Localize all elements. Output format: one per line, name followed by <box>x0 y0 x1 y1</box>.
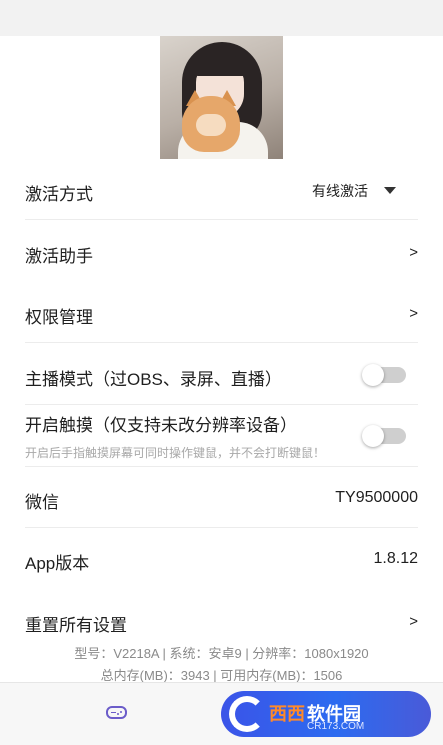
activation-helper-label: 激活助手 <box>25 247 93 266</box>
avatar-bangs <box>194 56 248 76</box>
chevron-right-icon: > <box>409 613 418 630</box>
chevron-down-icon[interactable] <box>384 187 396 194</box>
touch-mode-toggle[interactable] <box>362 425 406 447</box>
permission-management-row[interactable]: 权限管理 > <box>25 282 418 343</box>
toggle-knob <box>362 425 384 447</box>
gamepad-icon[interactable] <box>106 706 127 719</box>
app-version-row: App版本 1.8.12 <box>25 528 418 589</box>
watermark-logo: 西西 软件园 CR173.COM <box>221 691 431 737</box>
avatar <box>160 36 283 159</box>
wechat-row: 微信 TY9500000 <box>25 467 418 528</box>
watermark-url: CR173.COM <box>307 721 365 732</box>
bottom-bar: 西西 软件园 CR173.COM <box>0 682 443 745</box>
app-version-label: App版本 <box>25 554 90 573</box>
chevron-right-icon: > <box>409 305 418 322</box>
chevron-right-icon: > <box>409 244 418 261</box>
divider <box>25 342 418 343</box>
activation-method-label: 激活方式 <box>25 185 93 204</box>
reset-all-row[interactable]: 重置所有设置 > <box>25 590 418 642</box>
activation-method-select[interactable]: 有线激活 <box>312 181 368 201</box>
app-version-value: 1.8.12 <box>373 550 418 567</box>
streamer-mode-label: 主播模式（过OBS、录屏、直播） <box>25 370 282 389</box>
reset-all-label: 重置所有设置 <box>25 616 127 635</box>
activation-helper-row[interactable]: 激活助手 > <box>25 221 418 282</box>
touch-mode-row: 开启触摸（仅支持未改分辨率设备） 开启后手指触摸屏幕可同时操作键鼠，并不会打断键… <box>25 405 418 467</box>
activation-method-row[interactable]: 激活方式 有线激活 <box>25 159 418 220</box>
avatar-cat-face <box>196 114 226 136</box>
touch-mode-description: 开启后手指触摸屏幕可同时操作键鼠，并不会打断键鼠！ <box>25 446 326 460</box>
divider <box>25 219 418 220</box>
wechat-value: TY9500000 <box>335 489 418 506</box>
logo-c-icon <box>229 696 265 732</box>
top-bar <box>0 0 443 36</box>
permission-management-label: 权限管理 <box>25 308 93 327</box>
touch-mode-label: 开启触摸（仅支持未改分辨率设备） <box>25 416 297 435</box>
streamer-mode-row: 主播模式（过OBS、录屏、直播） <box>25 344 418 405</box>
streamer-mode-toggle[interactable] <box>362 364 406 386</box>
wechat-label: 微信 <box>25 493 59 512</box>
watermark-part1: 西西 <box>269 704 305 724</box>
device-info-line-1: 型号：V2218A | 系统：安卓9 | 分辨率：1080x1920 <box>74 646 369 661</box>
toggle-knob <box>362 364 384 386</box>
